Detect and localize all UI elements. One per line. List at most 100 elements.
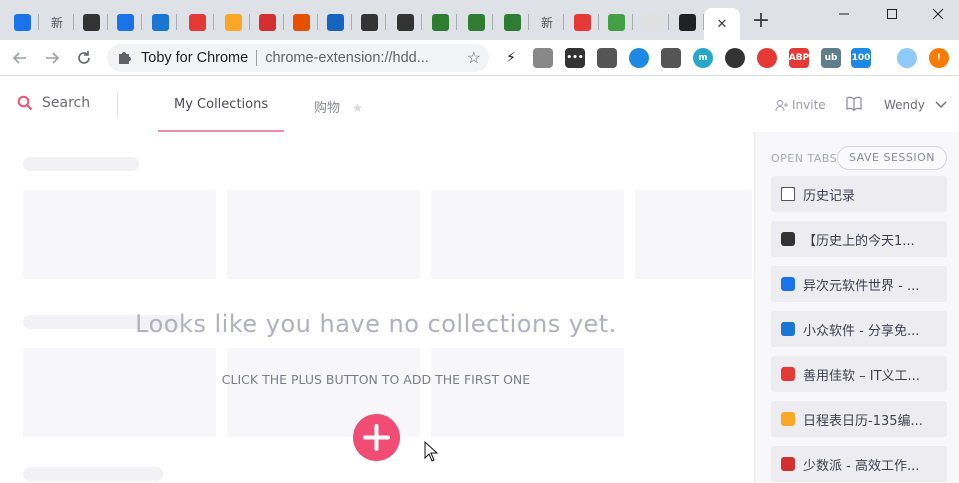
wechat-icon xyxy=(607,13,625,31)
abp-icon[interactable]: ABP xyxy=(789,48,809,68)
browser-tab[interactable] xyxy=(352,8,386,36)
forward-button[interactable] xyxy=(40,46,64,70)
open-tab-item[interactable]: 【历史上的今天1... xyxy=(771,221,947,257)
browser-tab[interactable] xyxy=(459,8,493,36)
reload-button[interactable] xyxy=(72,46,96,70)
history-icon xyxy=(13,13,31,31)
open-tab-item[interactable]: 历史记录 xyxy=(771,176,947,212)
close-tab-icon[interactable]: ✕ xyxy=(717,17,728,32)
browser-tab[interactable]: 新 xyxy=(40,8,74,36)
save-session-button[interactable]: SAVE SESSION xyxy=(837,146,947,170)
open-tab-item[interactable]: 日程表日历-135编... xyxy=(771,401,947,437)
aperture-icon[interactable] xyxy=(597,48,617,68)
soccer-icon xyxy=(781,232,795,246)
alert-icon[interactable]: ! xyxy=(929,48,949,68)
open-tab-title: 小众软件 - 分享免... xyxy=(803,323,920,339)
tampermonkey-icon[interactable] xyxy=(757,48,777,68)
tab-separator xyxy=(141,14,142,30)
open-tabs-label: OPEN TABS xyxy=(771,152,838,165)
open-tab-item[interactable]: 小众软件 - 分享免... xyxy=(771,311,947,347)
browser-tab[interactable] xyxy=(318,8,352,36)
butterfly-icon xyxy=(781,277,795,291)
tab-separator xyxy=(492,14,493,30)
eye-icon[interactable] xyxy=(725,48,745,68)
browser-tab[interactable] xyxy=(565,8,599,36)
rocket-icon xyxy=(396,13,414,31)
search-icon xyxy=(17,95,33,111)
bulb-icon[interactable] xyxy=(661,48,681,68)
skeleton-card xyxy=(227,190,420,279)
tab-my-collections[interactable]: My Collections xyxy=(158,97,285,132)
tab-label: 购物 xyxy=(314,101,341,116)
dots-icon[interactable]: ••• xyxy=(565,48,585,68)
shanyong-icon xyxy=(188,13,206,31)
browser-tab[interactable] xyxy=(599,8,633,36)
browser-toolbar: Toby for Chrome chrome-extension://hdd..… xyxy=(0,40,959,76)
browser-tab[interactable] xyxy=(635,8,669,36)
browser-tab[interactable] xyxy=(108,8,142,36)
open-tab-title: 【历史上的今天1... xyxy=(803,233,915,249)
water-drop-icon xyxy=(781,322,795,336)
m-icon[interactable]: m xyxy=(693,48,713,68)
skeleton-card xyxy=(635,190,752,279)
bolt-icon[interactable]: ⚡ xyxy=(501,48,521,68)
skeleton-card xyxy=(431,348,624,437)
extension-puzzle-icon xyxy=(117,50,133,67)
user-menu[interactable]: Wendy xyxy=(884,98,947,112)
open-tab-title: 日程表日历-135编... xyxy=(803,413,923,429)
browser-tab[interactable] xyxy=(5,8,39,36)
tiger-icon xyxy=(292,13,310,31)
header-divider xyxy=(117,93,118,117)
tab-separator xyxy=(317,14,318,30)
key-icon[interactable] xyxy=(629,48,649,68)
add-collection-button[interactable] xyxy=(353,414,400,461)
browser-tab[interactable] xyxy=(388,8,422,36)
browser-tab[interactable] xyxy=(74,8,108,36)
close-window-button[interactable] xyxy=(915,0,959,28)
tab-label: My Collections xyxy=(174,97,269,112)
browser-tab[interactable] xyxy=(670,8,704,36)
browser-tab[interactable]: 新 xyxy=(530,8,564,36)
address-bar[interactable]: Toby for Chrome chrome-extension://hdd..… xyxy=(107,44,489,72)
open-tabs-panel: OPEN TABS SAVE SESSION 历史记录【历史上的今天1... 异次… xyxy=(754,132,959,483)
skeleton-card xyxy=(23,190,216,279)
browser-tab[interactable] xyxy=(495,8,529,36)
tab-separator xyxy=(563,14,564,30)
search-button[interactable]: Search xyxy=(17,95,90,111)
reload-icon xyxy=(78,51,90,64)
omnibox-divider xyxy=(256,50,258,66)
star-icon[interactable]: ★ xyxy=(352,101,363,115)
maximize-icon xyxy=(887,9,897,19)
browser-tab[interactable] xyxy=(284,8,318,36)
browser-tab[interactable] xyxy=(250,8,284,36)
open-tab-item[interactable]: 异次元软件世界 - ... xyxy=(771,266,947,302)
open-tab-item[interactable]: 少数派 - 高效工作... xyxy=(771,446,947,482)
toby-small-icon[interactable] xyxy=(533,48,553,68)
open-tab-item[interactable]: 善用佳软 – IT义工... xyxy=(771,356,947,392)
browser-tab[interactable] xyxy=(143,8,177,36)
xin-icon: 新 xyxy=(50,15,63,30)
bookmark-star-icon[interactable]: ☆ xyxy=(467,48,481,68)
weibo-icon xyxy=(573,13,591,31)
soccer-icon xyxy=(82,13,100,31)
page-icon xyxy=(781,187,795,201)
tab-shopping[interactable]: 购物 ★ xyxy=(314,97,363,116)
active-tab[interactable]: ✕ xyxy=(704,8,740,40)
open-tab-title: 异次元软件世界 - ... xyxy=(803,278,920,294)
tab-counter-icon[interactable]: 100 xyxy=(851,48,871,68)
new-tab-button[interactable]: + xyxy=(750,10,772,32)
ublock-icon[interactable]: ub xyxy=(821,48,841,68)
weather-icon[interactable] xyxy=(897,48,917,68)
back-button[interactable] xyxy=(8,46,32,70)
minimize-button[interactable] xyxy=(821,0,867,28)
browser-tab[interactable] xyxy=(423,8,457,36)
book-icon xyxy=(846,96,862,111)
user-name: Wendy xyxy=(884,98,925,112)
calendar-icon xyxy=(224,13,242,31)
invite-button[interactable]: Invite xyxy=(775,98,826,112)
empty-state-title: Looks like you have no collections yet. xyxy=(135,310,617,338)
book-button[interactable] xyxy=(846,96,863,111)
maximize-button[interactable] xyxy=(869,0,915,28)
browser-tab[interactable] xyxy=(180,8,214,36)
browser-tab[interactable] xyxy=(216,8,250,36)
